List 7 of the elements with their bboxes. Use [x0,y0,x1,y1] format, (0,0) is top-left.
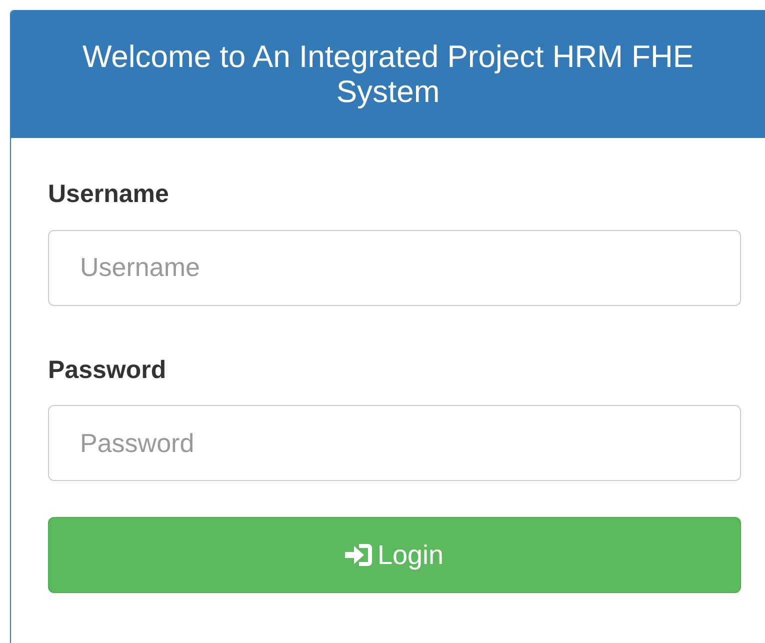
field-label: Username [48,179,170,210]
input-field[interactable]: Username [48,230,741,306]
login-button[interactable]: Login [48,517,741,593]
sign-in-icon [345,542,374,568]
field-label: Password [48,354,168,386]
panel-title: Welcome to An Integrated Project HRM FHE System [81,40,695,109]
input-field[interactable]: Password [48,405,741,481]
